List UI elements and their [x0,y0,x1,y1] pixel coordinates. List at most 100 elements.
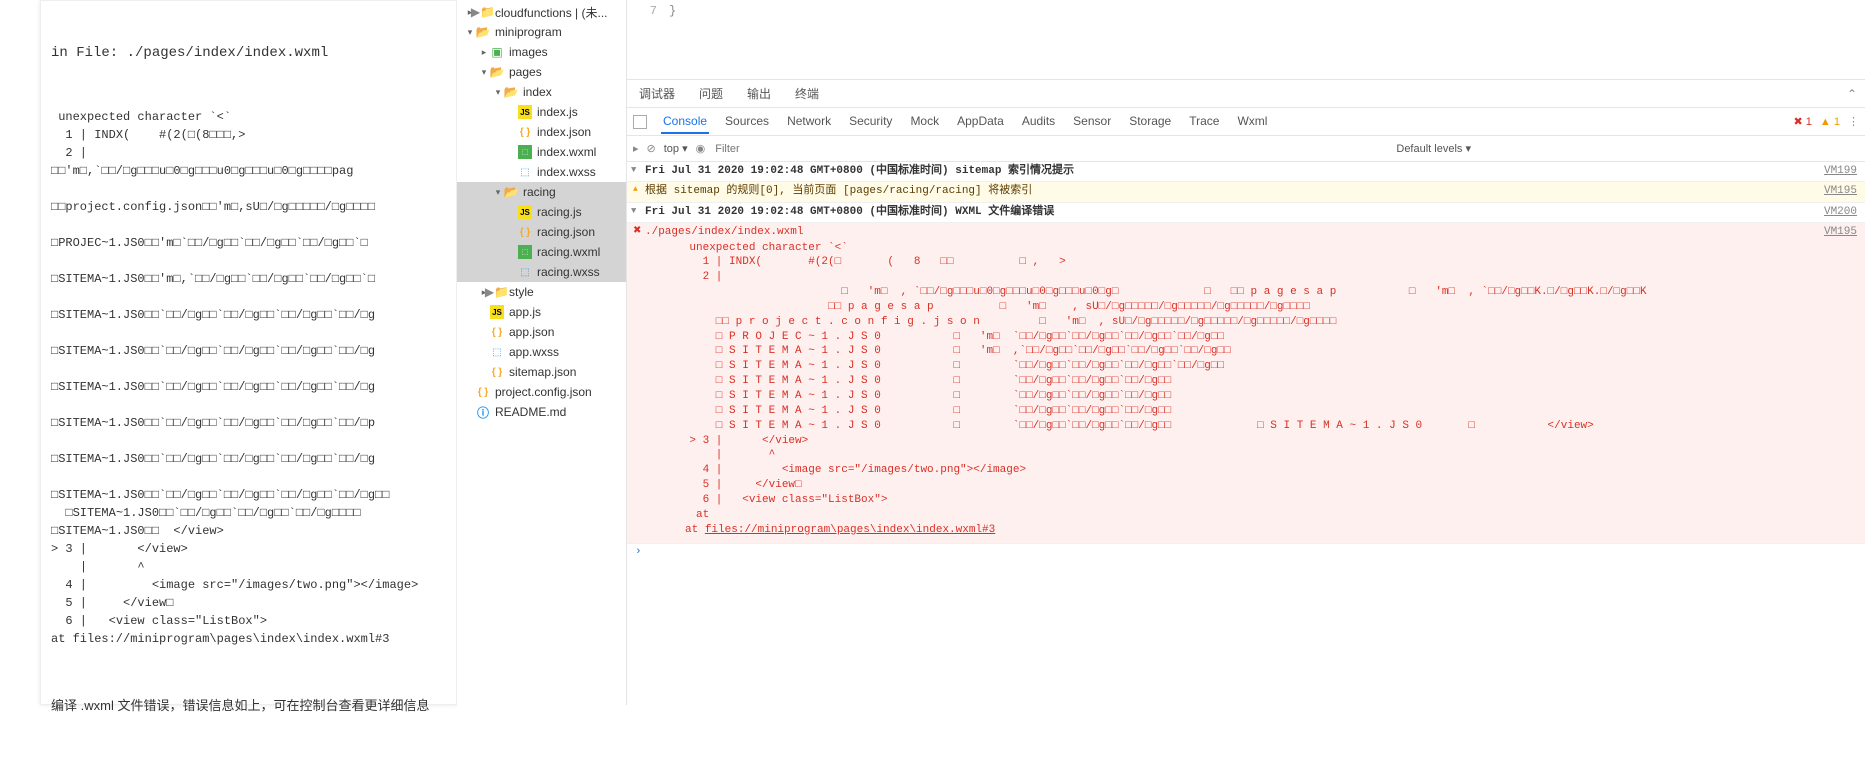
tree-arrow-icon[interactable]: ▸ [479,47,489,58]
tree-label: racing [523,185,556,199]
tree-arrow-icon[interactable]: ▾ [465,27,475,38]
source-link[interactable]: VM195 [1824,225,1857,240]
console-toolbar: ▸ ⊘ top ▾ ◉ Default levels ▾ [627,136,1865,162]
expand-icon[interactable]: ▼ [631,164,636,177]
error-text-block: unexpected character `<` 1 | INDX( #(2(□… [51,108,446,648]
tree-label: miniprogram [495,25,562,39]
live-expression-icon[interactable]: ◉ [696,142,706,155]
tree-item-app-wxss[interactable]: ⬚app.wxss [457,342,626,362]
devtools-tab-console[interactable]: Console [661,110,709,134]
console-output[interactable]: ▼ VM199 Fri Jul 31 2020 19:02:48 GMT+080… [627,162,1865,705]
error-file-link[interactable]: files://miniprogram\pages\index\index.wx… [705,524,995,536]
file-explorer[interactable]: ▸▶📁cloudfunctions | (未...▾📂miniprogram▸▣… [457,0,627,705]
tree-item-project-config-json[interactable]: { }project.config.json [457,382,626,402]
error-stack: unexpected character `<` 1 | INDX( #(2(□… [645,241,1857,523]
error-count-icon[interactable]: ✖ 1 [1794,115,1812,128]
tree-label: pages [509,65,542,79]
panel-tab-输出[interactable]: 输出 [743,85,775,102]
context-selector[interactable]: top ▾ [664,142,688,155]
tree-item-racing-js[interactable]: JSracing.js [457,202,626,222]
tree-item-pages[interactable]: ▾📂pages [457,62,626,82]
devtools-tab-sensor[interactable]: Sensor [1071,110,1113,134]
tree-item-app-js[interactable]: JSapp.js [457,302,626,322]
warning-log[interactable]: VM195 根据 sitemap 的规则[0], 当前页面 [pages/rac… [627,182,1865,202]
error-icon: ✖ [633,225,641,239]
devtools-tab-network[interactable]: Network [785,110,833,134]
line-number: 7 [637,4,657,18]
devtools-tab-storage[interactable]: Storage [1127,110,1173,134]
tree-label: cloudfunctions | (未... [495,4,608,21]
tree-label: sitemap.json [509,365,576,379]
tree-arrow-icon[interactable]: ▾ [493,87,503,98]
log-group-header[interactable]: ▼ VM200 Fri Jul 31 2020 19:02:48 GMT+080… [627,203,1865,223]
tree-item-index-wxss[interactable]: ⬚index.wxss [457,162,626,182]
tree-label: index.wxss [537,165,596,179]
tree-label: app.json [509,325,554,339]
error-summary: 编译 .wxml 文件错误，错误信息如上，可在控制台查看更详细信息 [51,696,446,716]
tree-item-index-js[interactable]: JSindex.js [457,102,626,122]
source-link[interactable]: VM199 [1824,164,1857,179]
log-group-header[interactable]: ▼ VM199 Fri Jul 31 2020 19:02:48 GMT+080… [627,162,1865,182]
devtools-tab-mock[interactable]: Mock [908,110,941,134]
tree-arrow-icon[interactable]: ▾ [493,187,503,198]
tree-label: racing.wxml [537,245,600,259]
tree-item-readme-md[interactable]: ⓘREADME.md [457,402,626,422]
tree-item-racing-wxml[interactable]: ⬚racing.wxml [457,242,626,262]
tree-arrow-icon[interactable]: ▾ [479,67,489,78]
devtools-tab-audits[interactable]: Audits [1020,110,1057,134]
status-indicators: ✖ 1 ▲ 1 ⋮ [1794,115,1859,128]
source-link[interactable]: VM200 [1824,205,1857,220]
tree-label: racing.json [537,225,595,239]
tree-label: index.wxml [537,145,596,159]
source-link[interactable]: VM195 [1824,184,1857,199]
tree-label: racing.wxss [537,265,600,279]
devtools-tabbar: Console Sources Network Security Mock AppData… [627,108,1865,136]
bottom-panel-tabs: 调试器问题输出终端 ⌃ [627,80,1865,108]
devtools-tab-trace[interactable]: Trace [1187,110,1221,134]
expand-icon[interactable]: ▼ [631,205,636,218]
warn-count-icon[interactable]: ▲ 1 [1820,116,1840,128]
tree-label: README.md [495,405,566,419]
tree-label: app.wxss [509,345,559,359]
tree-item-index[interactable]: ▾📂index [457,82,626,102]
tree-label: project.config.json [495,385,592,399]
tree-label: index.json [537,125,591,139]
log-levels-selector[interactable]: Default levels ▾ [1396,142,1471,155]
inspect-icon[interactable] [633,115,647,129]
main-panel: 7} 调试器问题输出终端 ⌃ Console Sources Network Secu… [627,0,1865,705]
console-prompt[interactable]: › [627,544,1865,560]
tree-label: images [509,45,548,59]
tree-item-index-wxml[interactable]: ⬚index.wxml [457,142,626,162]
devtools-tab-appdata[interactable]: AppData [955,110,1006,134]
tree-item-app-json[interactable]: { }app.json [457,322,626,342]
tree-item-images[interactable]: ▸▣images [457,42,626,62]
tree-label: racing.js [537,205,582,219]
simulator-error-panel: in File: ./pages/index/index.wxml unexpe… [40,0,457,705]
devtools-tab-wxml[interactable]: Wxml [1235,110,1269,134]
tree-item-cloudfunctions-[interactable]: ▸▶📁cloudfunctions | (未... [457,2,626,22]
clear-console-icon[interactable]: ⊘ [647,142,656,155]
more-icon[interactable]: ⋮ [1848,115,1859,128]
tree-item-sitemap-json[interactable]: { }sitemap.json [457,362,626,382]
toggle-sidebar-icon[interactable]: ▸ [633,142,639,155]
tree-item-index-json[interactable]: { }index.json [457,122,626,142]
panel-tab-调试器[interactable]: 调试器 [635,85,679,102]
tree-label: index [523,85,552,99]
tree-label: style [509,285,534,299]
error-log[interactable]: ✖ VM195 ./pages/index/index.wxml unexpec… [627,223,1865,544]
panel-tab-终端[interactable]: 终端 [791,85,823,102]
tree-label: index.js [537,105,578,119]
tree-item-racing-wxss[interactable]: ⬚racing.wxss [457,262,626,282]
panel-tab-问题[interactable]: 问题 [695,85,727,102]
collapse-icon[interactable]: ⌃ [1847,87,1857,101]
devtools-tab-sources[interactable]: Sources [723,110,771,134]
filter-input[interactable] [713,141,913,157]
tree-item-racing[interactable]: ▾📂racing [457,182,626,202]
code-content: } [669,4,676,18]
tree-item-miniprogram[interactable]: ▾📂miniprogram [457,22,626,42]
tree-item-style[interactable]: ▸▶📁style [457,282,626,302]
tree-item-racing-json[interactable]: { }racing.json [457,222,626,242]
error-file-title: in File: ./pages/index/index.wxml [51,43,446,64]
devtools-tab-security[interactable]: Security [847,110,894,134]
code-editor[interactable]: 7} [627,0,1865,80]
